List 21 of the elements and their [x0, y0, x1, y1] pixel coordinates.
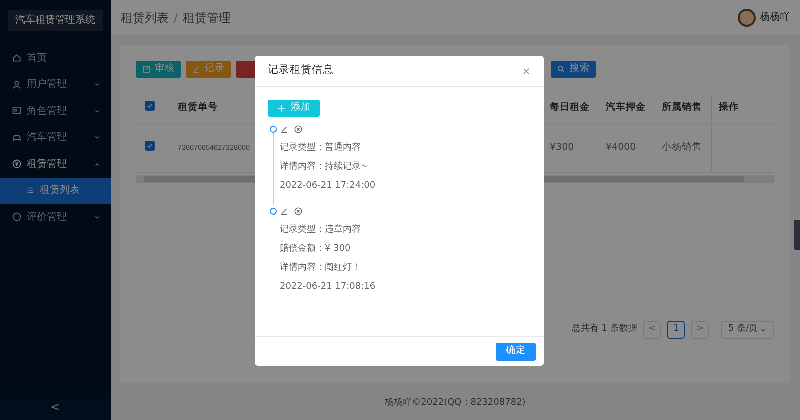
record-detail: 详情内容：持续记录~: [280, 161, 370, 173]
record-detail: 详情内容：闯红灯！: [280, 262, 362, 274]
table-cell-text: ¥4000: [606, 140, 638, 155]
record-detail: 记录类型：违章内容: [280, 224, 362, 236]
record-time: 2022-06-21 17:24:00: [280, 180, 376, 192]
app-logo: 汽车租赁管理系统: [8, 10, 103, 31]
column-header: 租赁单号: [176, 101, 219, 116]
column-header: 每日租金: [550, 101, 591, 116]
table-cell-text: ¥300: [550, 140, 576, 155]
column-header: 所属销售: [662, 101, 703, 116]
column-header: 汽车押金: [606, 101, 647, 116]
table-cell-text: 小杨销售: [662, 140, 703, 155]
breadcrumb-separator: /: [174, 10, 178, 26]
footer-text: 杨杨吖©2022(QQ：823208782): [384, 397, 527, 410]
breadcrumb-item: 租赁管理: [183, 10, 232, 26]
dialog-title: 记录租赁信息: [268, 63, 334, 78]
pagination-total: 总共有 1 条数据: [572, 323, 638, 336]
record-time: 2022-06-21 17:08:16: [280, 281, 376, 293]
record-detail: 记录类型：普通内容: [280, 142, 362, 154]
record-detail: 赔偿金额：¥ 300: [280, 243, 352, 255]
column-header: 操作: [711, 94, 766, 123]
